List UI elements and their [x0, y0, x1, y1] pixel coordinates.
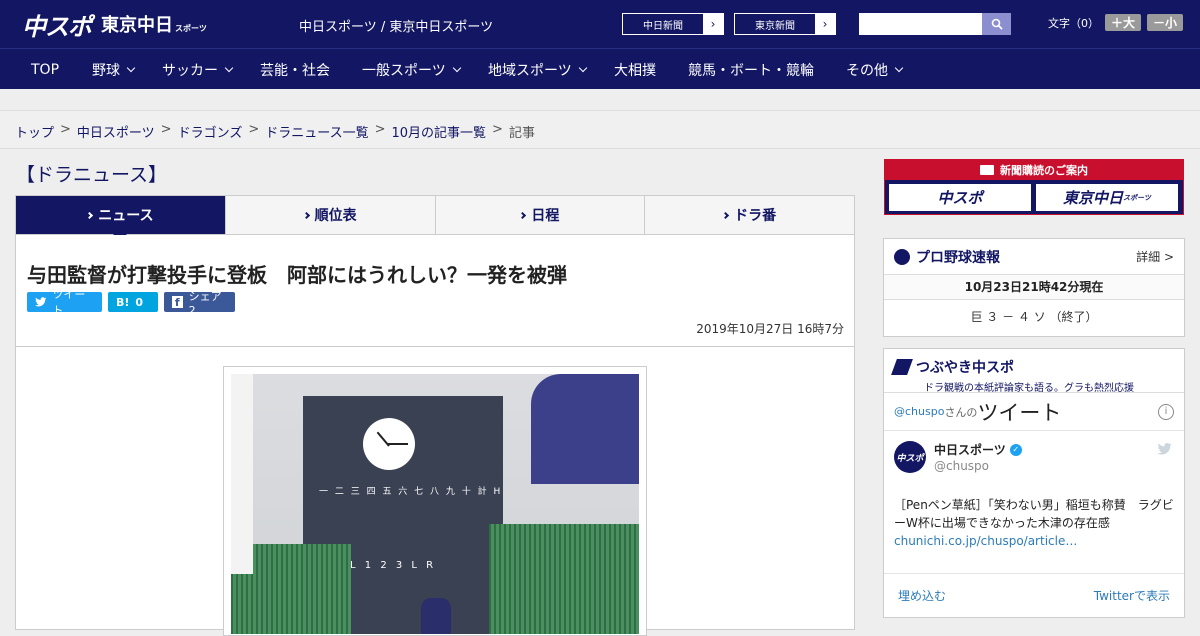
chevron-right-icon — [86, 211, 94, 219]
scoreboard-row: PL 1 2 3 L R — [341, 560, 437, 571]
nav-other[interactable]: その他 — [846, 49, 904, 90]
search-input[interactable] — [859, 13, 982, 35]
facebook-share-button[interactable]: f シェア 2 — [164, 290, 235, 317]
font-bigger-button[interactable]: ＋大 — [1105, 14, 1142, 31]
divider — [884, 573, 1184, 574]
chevron-right-icon — [722, 211, 730, 219]
nav-baseball[interactable]: 野球 — [92, 49, 136, 90]
nav-local-sports[interactable]: 地域スポーツ — [488, 49, 587, 90]
section-title: 【ドラニュース】 — [16, 164, 168, 186]
tweet-text: ［Penペン草紙］「笑わない男」稲垣も称賛 ラグビーW杯に出場できなかった木津の… — [894, 498, 1174, 548]
main-nav: TOP 野球 サッカー 芸能・社会 一般スポーツ 地域スポーツ 大相撲 競馬・ボ… — [0, 48, 1200, 89]
batting-net-right — [489, 524, 639, 634]
chunichi-shimbun-link[interactable]: 中日新聞 › — [622, 13, 724, 35]
tokyo-chunichi-subscribe-link[interactable]: 東京中日 スポーツ — [1036, 184, 1178, 211]
info-icon[interactable]: i — [1158, 403, 1174, 420]
tab-schedule[interactable]: 日程 — [434, 196, 645, 234]
pitcher — [421, 598, 451, 634]
chevron-down-icon — [224, 63, 234, 72]
chuspo-subscribe-link[interactable]: 中スポ — [889, 184, 1031, 211]
scores-detail-link[interactable]: 詳細 > — [1136, 248, 1174, 265]
breadcrumb: トップ > 中日スポーツ > ドラゴンズ > ドラニュース一覧 > 10月の記事一覧 > … — [0, 110, 1200, 149]
twitter-widget: つぶやき中スポ ドラ観戦の本紙評論家も語る。グラも熱烈応援 @chuspo さん… — [883, 348, 1185, 618]
breadcrumb-dragons[interactable]: ドラゴンズ — [178, 122, 243, 141]
breadcrumb-chunichi-sports[interactable]: 中日スポーツ — [77, 122, 155, 141]
nav-soccer[interactable]: サッカー — [162, 49, 234, 90]
chevron-right-icon — [519, 211, 527, 219]
tab-doraban[interactable]: ドラ番 — [644, 196, 854, 234]
subscription-banner[interactable]: 新聞購読のご案内 中スポ 東京中日 スポーツ — [884, 159, 1184, 215]
chevron-right-icon: › — [815, 14, 835, 34]
chevron-right-icon: › — [703, 14, 723, 34]
article-photo[interactable]: 一 二 三 四 五 六 七 八 九 十 計 H PL 1 2 3 L R — [223, 366, 647, 636]
chevron-down-icon — [894, 63, 904, 72]
font-size-label: 文字（0） — [1048, 16, 1099, 30]
article-date: 2019年10月27日 16時7分 — [696, 322, 844, 336]
hatena-icon: B! — [116, 295, 130, 309]
facebook-icon: f — [172, 296, 183, 309]
logo-tokyo-chunichi: 東京中日 スポーツ — [101, 15, 207, 36]
search-button[interactable] — [982, 13, 1011, 35]
section-tabs: ニュース 順位表 日程 ドラ番 — [15, 195, 855, 241]
site-logo[interactable]: 中スポ 東京中日 スポーツ — [22, 8, 207, 41]
site-name: 中日スポーツ / 東京中日スポーツ — [299, 20, 494, 35]
pen-icon — [891, 359, 913, 375]
divider — [16, 346, 854, 347]
font-smaller-button[interactable]: －小 — [1147, 14, 1184, 31]
nav-keiba[interactable]: 競馬・ボート・競輪 — [688, 49, 814, 90]
verified-icon: ✓ — [1009, 443, 1022, 456]
pro-baseball-scores: プロ野球速報 詳細 > 10月23日21時42分現在 巨 ３ － ４ ソ （終了… — [883, 238, 1185, 337]
nav-general-sports[interactable]: 一般スポーツ — [362, 49, 461, 90]
twitter-widget-subtitle: ドラ観戦の本紙評論家も語る。グラも熱烈応援 — [924, 383, 1134, 394]
hatena-bookmark-button[interactable]: B! 0 — [108, 292, 158, 312]
article: 与田監督が打撃投手に登板 阿部にはうれしい？一発を被弾 ツイート B! 0 f … — [15, 235, 855, 636]
clock-icon — [363, 418, 415, 470]
twitter-bird-icon[interactable] — [1157, 443, 1172, 459]
search-form — [859, 13, 1011, 35]
embed-link[interactable]: 埋め込む — [898, 587, 946, 604]
chevron-right-icon — [302, 211, 310, 219]
newspaper-icon — [980, 165, 994, 175]
nav-top[interactable]: TOP — [31, 49, 59, 90]
search-icon — [991, 18, 1003, 30]
breadcrumb-dora-news[interactable]: ドラニュース一覧 — [265, 122, 368, 141]
baseball-icon — [894, 248, 910, 265]
nav-sumo[interactable]: 大相撲 — [614, 49, 656, 90]
tokyo-shimbun-link[interactable]: 東京新聞 › — [734, 13, 836, 35]
tab-standings[interactable]: 順位表 — [224, 196, 435, 234]
tweet-button[interactable]: ツイート — [27, 288, 102, 317]
breadcrumb-top[interactable]: トップ — [15, 122, 54, 141]
breadcrumb-current: 記事 — [508, 126, 535, 141]
score-result[interactable]: 巨 ３ － ４ ソ （終了） — [884, 300, 1184, 335]
player-left — [231, 374, 253, 574]
logo-chuspo: 中スポ — [22, 12, 92, 41]
scores-title: プロ野球速報 — [916, 249, 1000, 266]
tweet-handle[interactable]: @chuspo — [934, 459, 989, 473]
tweet-link[interactable]: chunichi.co.jp/chuspo/article… — [894, 534, 1077, 548]
site-header: 中スポ 東京中日 スポーツ 中日スポーツ / 東京中日スポーツ 中日新聞 › 東京… — [0, 0, 1200, 48]
chevron-down-icon — [578, 63, 587, 72]
twitter-handle-link[interactable]: @chuspo — [894, 405, 944, 418]
nav-entertainment[interactable]: 芸能・社会 — [260, 49, 330, 90]
view-on-twitter-link[interactable]: Twitterで表示 — [1094, 587, 1170, 604]
font-size-control: 文字（0） ＋大 －小 — [1048, 14, 1184, 31]
chevron-down-icon — [126, 63, 136, 72]
breadcrumb-october[interactable]: 10月の記事一覧 — [392, 122, 487, 141]
tab-news[interactable]: ニュース — [16, 196, 225, 241]
twitter-timeline-header: @chuspo さんの ツイート i — [884, 393, 1184, 431]
twitter-bird-icon — [35, 297, 47, 307]
player-right — [531, 374, 639, 484]
photo-image: 一 二 三 四 五 六 七 八 九 十 計 H PL 1 2 3 L R — [231, 374, 639, 634]
scores-as-of: 10月23日21時42分現在 — [884, 275, 1184, 300]
twitter-widget-title: つぶやき中スポ — [916, 360, 1014, 376]
article-headline: 与田監督が打撃投手に登板 阿部にはうれしい？一発を被弾 — [27, 263, 567, 287]
chevron-down-icon — [452, 63, 461, 72]
tweet-author[interactable]: 中日スポーツ ✓ — [934, 441, 1022, 458]
avatar[interactable]: 中スポ — [894, 441, 926, 473]
scoreboard-text: 一 二 三 四 五 六 七 八 九 十 計 H — [319, 487, 503, 497]
